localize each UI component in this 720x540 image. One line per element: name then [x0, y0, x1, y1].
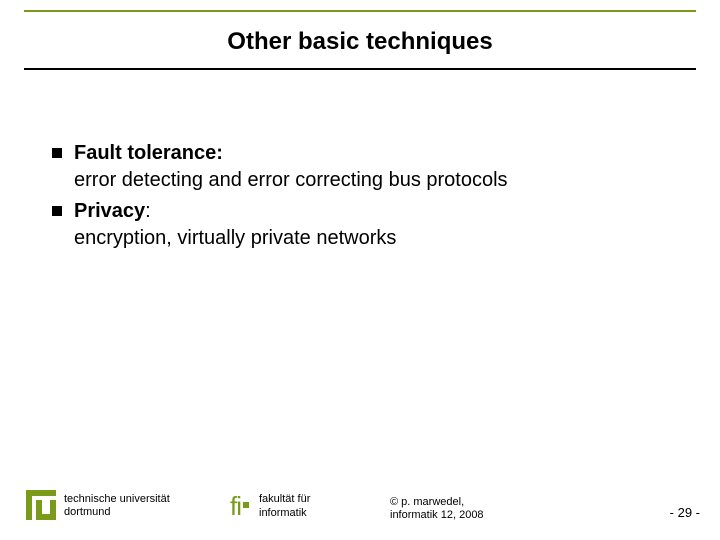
- slide-title: Other basic techniques: [0, 28, 720, 56]
- copy-line2: informatik 12, 2008: [390, 509, 484, 522]
- fi-logo-icon: fi: [230, 491, 249, 522]
- bullet-head: Privacy: [74, 200, 145, 222]
- fi-text: fakultät für informatik: [259, 493, 310, 519]
- footer: technische universität dortmund fi fakul…: [0, 480, 720, 540]
- bullet-body: encryption, virtually private networks: [74, 227, 396, 249]
- tu-line2: dortmund: [64, 506, 170, 519]
- page-number: - 29 -: [670, 505, 700, 520]
- copy-line1: © p. marwedel,: [390, 496, 484, 509]
- tu-logo-block: technische universität dortmund: [26, 490, 170, 522]
- fi-logo-block: fi fakultät für informatik: [230, 491, 310, 522]
- bullet-body: error detecting and error correcting bus…: [74, 169, 508, 191]
- title-divider: [24, 68, 696, 70]
- tu-text: technische universität dortmund: [64, 493, 170, 519]
- tu-line1: technische universität: [64, 493, 170, 506]
- tu-logo-icon: [26, 490, 56, 520]
- bullet-head: Fault tolerance:: [74, 142, 223, 164]
- bullet-item: Fault tolerance: error detecting and err…: [52, 140, 660, 194]
- top-divider: [24, 10, 696, 12]
- copyright: © p. marwedel, informatik 12, 2008: [390, 496, 484, 522]
- fi-line2: informatik: [259, 507, 310, 520]
- bullet-item: Privacy: encryption, virtually private n…: [52, 198, 660, 252]
- content-area: Fault tolerance: error detecting and err…: [52, 140, 660, 256]
- fi-line1: fakultät für: [259, 493, 310, 506]
